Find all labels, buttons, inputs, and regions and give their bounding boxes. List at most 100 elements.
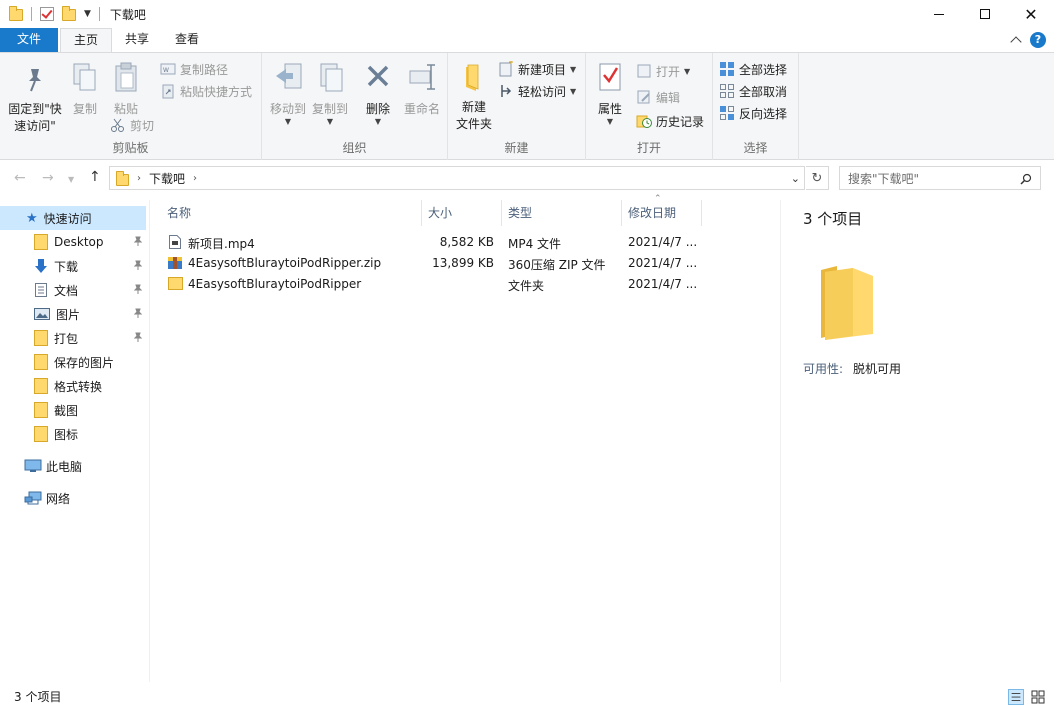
copy-label: 复制 <box>72 102 97 116</box>
nav-item-screenshots[interactable]: 截图 <box>0 398 146 422</box>
back-arrow-icon[interactable]: ← <box>14 170 26 186</box>
new-folder-icon <box>466 64 479 91</box>
column-header-name[interactable]: 名称 <box>159 200 422 226</box>
cut-label: 剪切 <box>130 118 155 133</box>
edit-button[interactable]: 编辑 <box>636 87 680 107</box>
new-folder-quick-icon[interactable] <box>62 6 76 21</box>
move-to-button[interactable]: 移动到 ▼ <box>266 59 310 126</box>
copy-path-label: 复制路径 <box>180 62 229 77</box>
nav-item-icons[interactable]: 图标 <box>0 422 146 446</box>
address-bar[interactable]: › 下载吧 › ⌄ <box>109 166 805 190</box>
pin-icon[interactable] <box>134 236 142 246</box>
file-modified: 2021/4/7 ... <box>628 277 698 291</box>
file-type: 文件夹 <box>508 279 545 293</box>
breadcrumb-separator-icon[interactable]: › <box>137 173 141 184</box>
easy-access-button[interactable]: 轻松访问 ▼ <box>498 81 576 101</box>
nav-item-desktop[interactable]: Desktop <box>0 230 146 254</box>
move-to-dropdown-icon: ▼ <box>284 117 292 126</box>
refresh-button[interactable]: ↻ <box>806 166 829 190</box>
table-row[interactable]: 4EasysoftBluraytoiPodRipper.zip 13,899 K… <box>162 253 772 274</box>
copy-button[interactable]: 复制 <box>68 59 102 117</box>
availability-value: 脱机可用 <box>853 362 902 376</box>
open-group: 属性 ▼ 打开 ▼ 编辑 历史记录 打开 <box>586 53 713 160</box>
select-group-label: 选择 <box>743 141 768 155</box>
cut-button[interactable]: 剪切 <box>110 115 154 135</box>
pin-icon[interactable] <box>134 260 142 270</box>
up-arrow-icon[interactable]: ↑ <box>89 169 101 185</box>
nav-item-format-convert[interactable]: 格式转换 <box>0 374 146 398</box>
invert-selection-button[interactable]: 反向选择 <box>719 103 787 123</box>
scissors-icon <box>111 118 124 132</box>
customize-quick-access-icon[interactable]: ▼ <box>84 9 91 19</box>
nav-item-saved-pictures[interactable]: 保存的图片 <box>0 350 146 374</box>
select-all-button[interactable]: 全部选择 <box>719 59 787 79</box>
large-icons-view-icon[interactable] <box>1030 689 1046 705</box>
address-history-icon[interactable]: ⌄ <box>791 172 800 185</box>
rename-icon <box>409 64 435 90</box>
pin-icon[interactable] <box>134 332 142 342</box>
folder-icon <box>9 6 23 21</box>
table-row[interactable]: 新项目.mp4 8,582 KB MP4 文件 2021/4/7 ... <box>162 232 772 253</box>
paste-icon <box>115 62 137 92</box>
paste-button[interactable]: 粘贴 <box>108 59 144 117</box>
tab-file[interactable]: 文件 <box>0 28 58 52</box>
details-pane: 3 个项目 可用性: 脱机可用 <box>780 200 1054 682</box>
move-to-icon <box>276 63 302 89</box>
recent-locations-icon[interactable]: ▼ <box>68 175 74 184</box>
select-all-icon <box>720 62 734 76</box>
properties-button[interactable]: 属性 ▼ <box>592 59 628 126</box>
tab-share[interactable]: 共享 <box>112 28 162 52</box>
tab-home[interactable]: 主页 <box>60 28 113 52</box>
column-header-size[interactable]: 大小 <box>420 200 502 226</box>
column-header-type[interactable]: 类型 <box>500 200 622 226</box>
maximize-button[interactable] <box>962 0 1008 28</box>
nav-item-downloads[interactable]: 下载 <box>0 254 146 278</box>
clipboard-group-label: 剪贴板 <box>112 141 149 155</box>
pin-icon <box>29 69 41 92</box>
rename-button[interactable]: 重命名 <box>400 59 444 117</box>
nav-item-documents[interactable]: 文档 <box>0 278 146 302</box>
tab-view[interactable]: 查看 <box>162 28 212 52</box>
details-view-icon[interactable] <box>1008 689 1024 705</box>
select-all-label: 全部选择 <box>739 62 788 77</box>
select-none-button[interactable]: 全部取消 <box>719 81 787 101</box>
nav-item-pictures[interactable]: 图片 <box>0 302 146 326</box>
pin-icon[interactable] <box>134 284 142 294</box>
nav-item-network[interactable]: 网络 <box>0 486 146 510</box>
delete-button[interactable]: 删除 ▼ <box>360 59 396 126</box>
nav-item-pack[interactable]: 打包 <box>0 326 146 350</box>
network-icon <box>24 491 42 505</box>
help-icon[interactable]: ? <box>1030 32 1046 48</box>
nav-item-this-pc[interactable]: 此电脑 <box>0 454 146 478</box>
folder-icon <box>168 277 183 290</box>
search-icon <box>1020 173 1032 185</box>
new-group-label: 新建 <box>504 141 529 155</box>
new-item-button[interactable]: 新建项目 ▼ <box>498 59 576 79</box>
move-to-label: 移动到 <box>269 102 306 116</box>
select-none-label: 全部取消 <box>739 84 788 99</box>
close-button[interactable]: ✕ <box>1008 0 1054 28</box>
properties-quick-icon[interactable] <box>40 7 54 21</box>
folder-icon <box>821 266 873 340</box>
paste-shortcut-icon <box>162 84 174 99</box>
forward-arrow-icon[interactable]: → <box>42 170 54 186</box>
breadcrumb-current[interactable]: 下载吧 <box>149 170 185 187</box>
breadcrumb-separator-icon[interactable]: › <box>193 173 197 184</box>
copy-to-button[interactable]: 复制到 ▼ <box>308 59 352 126</box>
edit-label: 编辑 <box>656 90 681 105</box>
copy-path-button[interactable]: W 复制路径 <box>160 59 228 79</box>
open-button[interactable]: 打开 ▼ <box>636 61 690 81</box>
nav-item-label: 打包 <box>54 331 79 346</box>
collapse-ribbon-icon[interactable] <box>1010 36 1022 48</box>
table-row[interactable]: 4EasysoftBluraytoiPodRipper 文件夹 2021/4/7… <box>162 274 772 295</box>
nav-item-quick-access[interactable]: ★ 快速访问 <box>0 206 146 230</box>
minimize-button[interactable] <box>916 0 962 28</box>
open-label: 打开 <box>656 64 681 79</box>
history-button[interactable]: 历史记录 <box>636 111 704 131</box>
availability-label: 可用性: <box>803 362 844 376</box>
search-input[interactable]: 搜索"下载吧" <box>839 166 1041 190</box>
paste-shortcut-button[interactable]: 粘贴快捷方式 <box>160 81 252 101</box>
pin-quick-access-button[interactable]: 固定到"快 速访问" <box>6 59 64 134</box>
new-folder-button[interactable]: 新建 文件夹 <box>452 59 496 132</box>
pin-icon[interactable] <box>134 308 142 318</box>
